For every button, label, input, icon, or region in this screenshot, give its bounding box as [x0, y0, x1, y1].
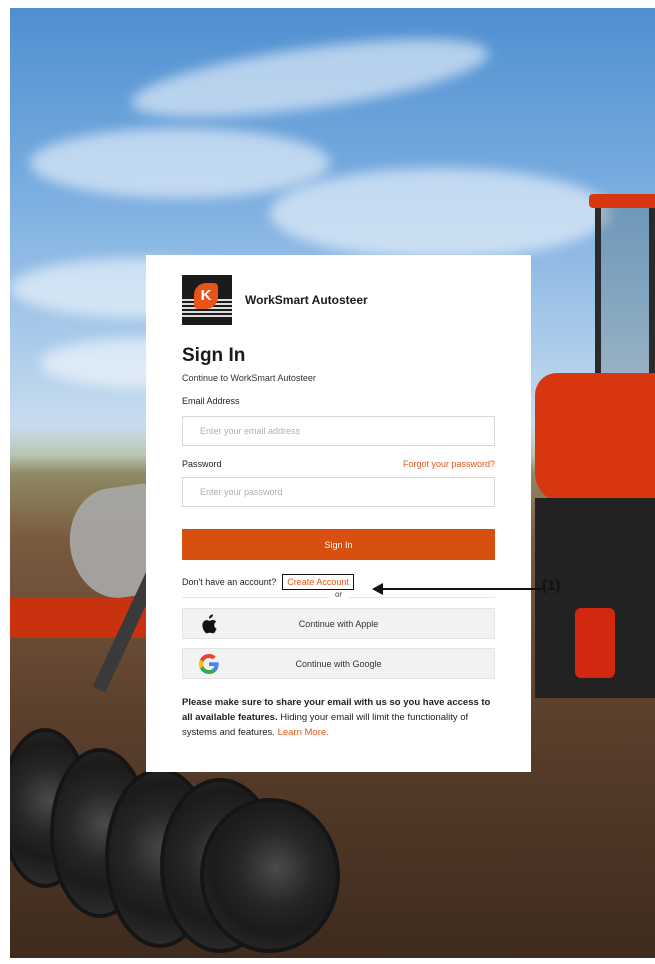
logo-k-icon: K: [194, 283, 218, 309]
callout-label: (1): [542, 577, 561, 594]
app-logo: K: [182, 275, 232, 325]
learn-more-link[interactable]: Learn More.: [278, 727, 329, 738]
email-label: Email Address: [182, 396, 240, 406]
password-label-row: Password Forgot your password?: [182, 459, 495, 469]
callout-arrow-icon: [372, 583, 383, 595]
forgot-password-link[interactable]: Forgot your password?: [403, 459, 495, 469]
cloud: [127, 23, 493, 133]
tractor-roof: [589, 194, 655, 208]
disc-wheel: [200, 798, 340, 953]
password-label: Password: [182, 459, 222, 469]
brand-header: K WorkSmart Autosteer: [182, 275, 495, 325]
email-notice: Please make sure to share your email wit…: [182, 695, 500, 740]
sign-in-button[interactable]: Sign In: [182, 529, 495, 560]
google-button-label: Continue with Google: [295, 658, 382, 669]
password-field[interactable]: [182, 477, 495, 507]
google-icon: [198, 653, 220, 675]
page-title: Sign In: [182, 345, 246, 366]
no-account-prompt: Don't have an account?: [182, 577, 277, 587]
apple-button-label: Continue with Apple: [298, 618, 379, 629]
app-name: WorkSmart Autosteer: [245, 293, 368, 307]
tractor-hitch: [575, 608, 615, 678]
tractor-cab: [595, 198, 655, 388]
sign-in-card: K WorkSmart Autosteer Sign In Continue t…: [146, 255, 531, 772]
callout-line: [378, 588, 542, 590]
page-subtitle: Continue to WorkSmart Autosteer: [182, 373, 316, 383]
or-divider: or: [182, 590, 495, 602]
tractor-body: [535, 373, 655, 503]
cloud: [270, 168, 610, 258]
continue-with-google-button[interactable]: Continue with Google: [182, 648, 495, 679]
cloud: [30, 128, 330, 198]
create-account-link[interactable]: Create Account: [282, 574, 354, 590]
apple-icon: [198, 613, 220, 635]
email-field[interactable]: [182, 416, 495, 446]
continue-with-apple-button[interactable]: Continue with Apple: [182, 608, 495, 639]
divider-text: or: [328, 590, 349, 599]
